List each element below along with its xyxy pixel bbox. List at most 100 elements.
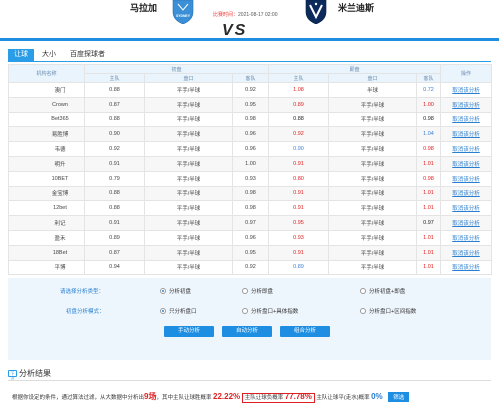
radio-analyze-both[interactable]: 分析初盘+即盘 xyxy=(360,287,405,295)
results-title: 分析结果 xyxy=(19,369,51,378)
cancel-analysis-link[interactable]: 取消该分析 xyxy=(452,206,480,212)
cancel-analysis-link[interactable]: 取消该分析 xyxy=(452,88,480,94)
draw-probability: 0% xyxy=(371,392,383,401)
filter-button[interactable]: 筛选 xyxy=(388,392,410,402)
radio-analyze-live[interactable]: 分析即盘 xyxy=(242,287,273,295)
live-line: 平手/半球 xyxy=(328,155,417,172)
initial-line: 平手/半球 xyxy=(144,229,233,246)
live-home-odds: 0.88 xyxy=(268,111,329,128)
initial-home-odds: 0.87 xyxy=(84,96,145,113)
col-live-home: 主队 xyxy=(268,73,329,83)
cancel-analysis-link[interactable]: 取消该分析 xyxy=(452,103,480,109)
radio-label: 只分析盘口 xyxy=(169,309,197,315)
initial-home-odds: 0.90 xyxy=(84,126,145,143)
away-team-name: 米兰迪斯 xyxy=(338,3,375,13)
action-cell: 取消该分析 xyxy=(440,229,492,246)
manual-analysis-button[interactable]: 手动分析 xyxy=(164,326,214,337)
header-divider xyxy=(0,38,499,41)
analysis-mode-label: 初盘分析模式： xyxy=(66,309,105,315)
live-away-odds: 1.01 xyxy=(416,155,441,172)
combo-analysis-button[interactable]: 组合分析 xyxy=(280,326,330,337)
tab-handicap[interactable]: 让球 xyxy=(8,49,34,61)
table-row: 12bet 0.88 平手/半球 0.98 0.91 平手/半球 1.01 取消该分析 xyxy=(8,200,492,217)
radio-line-only[interactable]: 只分析盘口 xyxy=(160,307,197,315)
live-line: 平手/半球 xyxy=(328,200,417,217)
table-row: 10BET 0.79 平手/半球 0.93 0.80 平手/半球 0.98 取消该分析 xyxy=(8,170,492,187)
live-home-odds: 0.89 xyxy=(268,259,329,276)
cancel-analysis-link[interactable]: 取消该分析 xyxy=(452,177,480,183)
company-cell: 平博 xyxy=(8,259,85,276)
company-cell: 利记 xyxy=(8,215,85,231)
live-away-odds: 1.01 xyxy=(416,244,441,261)
results-summary: 根据你设定的条件，通过算法过滤，从大数据中分析出9场，其中主队让球胜概率 22.… xyxy=(12,391,410,403)
table-row: 盈禾 0.89 平手/半球 0.96 0.93 平手/半球 1.01 取消该分析 xyxy=(8,229,492,246)
initial-away-odds: 0.97 xyxy=(232,215,269,231)
cancel-analysis-link[interactable]: 取消该分析 xyxy=(452,251,480,257)
initial-away-odds: 0.96 xyxy=(232,229,269,246)
initial-away-odds: 0.93 xyxy=(232,170,269,187)
initial-away-odds: 0.98 xyxy=(232,185,269,202)
cancel-analysis-link[interactable]: 取消该分析 xyxy=(452,117,480,123)
table-row: 韦德 0.92 平手/半球 0.96 0.90 平手/半球 0.98 取消该分析 xyxy=(8,141,492,157)
company-cell: 盈禾 xyxy=(8,229,85,246)
radio-analyze-initial[interactable]: 分析初盘 xyxy=(160,287,191,295)
radio-line-range-odds[interactable]: 分析盘口+区间指数 xyxy=(360,307,416,315)
radio-label: 分析盘口+区间指数 xyxy=(369,309,417,315)
initial-line: 平手/半球 xyxy=(144,141,233,157)
live-home-odds: 0.93 xyxy=(268,229,329,246)
cancel-analysis-link[interactable]: 取消该分析 xyxy=(452,221,480,227)
initial-away-odds: 0.92 xyxy=(232,82,269,98)
initial-line: 平手/半球 xyxy=(144,259,233,276)
initial-line: 平手/半球 xyxy=(144,185,233,202)
lose-probability: 77.78% xyxy=(284,392,312,401)
live-home-odds: 0.90 xyxy=(268,141,329,157)
col-group-initial: 初盘 xyxy=(84,64,269,74)
cancel-analysis-link[interactable]: 取消该分析 xyxy=(452,132,480,138)
col-group-live: 即盘 xyxy=(268,64,441,74)
home-logo-text: SYDNEY xyxy=(176,14,191,18)
live-line: 半球 xyxy=(328,82,417,98)
radio-dot xyxy=(360,288,366,294)
tab-baidu-explorer[interactable]: 百度探球者 xyxy=(64,49,111,61)
results-header: 下注 分析结果 xyxy=(8,368,51,381)
live-home-odds: 1.08 xyxy=(268,82,329,98)
live-line: 平手/半球 xyxy=(328,259,417,276)
cancel-analysis-link[interactable]: 取消该分析 xyxy=(452,147,480,153)
company-cell: 明升 xyxy=(8,155,85,172)
initial-home-odds: 0.94 xyxy=(84,259,145,276)
action-cell: 取消该分析 xyxy=(440,259,492,276)
initial-line: 平手/半球 xyxy=(144,111,233,128)
col-live-line: 盘口 xyxy=(328,73,417,83)
live-line: 平手/半球 xyxy=(328,170,417,187)
company-cell: 澳门 xyxy=(8,82,85,98)
match-time-label: 比赛时间： xyxy=(213,12,239,18)
table-row: Crown 0.87 平手/半球 0.95 0.89 平手/半球 1.00 取消该分析 xyxy=(8,96,492,113)
table-row: Bet365 0.88 平手/半球 0.98 0.88 平手/半球 0.98 取消该分析 xyxy=(8,111,492,128)
summary-text-1: 根据你设定的条件，通过算法过滤，从大数据中分析出 xyxy=(12,395,145,401)
action-cell: 取消该分析 xyxy=(440,141,492,157)
lose-probability-box: 主队让球负概率 77.78% xyxy=(241,392,315,403)
tab-over-under[interactable]: 大小 xyxy=(36,49,62,61)
initial-home-odds: 0.79 xyxy=(84,170,145,187)
initial-line: 平手/半球 xyxy=(144,155,233,172)
auto-analysis-button[interactable]: 自动分析 xyxy=(222,326,272,337)
cancel-analysis-link[interactable]: 取消该分析 xyxy=(452,191,480,197)
cancel-analysis-link[interactable]: 取消该分析 xyxy=(452,162,480,168)
initial-home-odds: 0.88 xyxy=(84,82,145,98)
action-cell: 取消该分析 xyxy=(440,244,492,261)
live-home-odds: 0.91 xyxy=(268,244,329,261)
action-cell: 取消该分析 xyxy=(440,215,492,231)
match-header: 马拉加 SYDNEY 比赛时间：2021-08-17 02:00 VS 米兰迪斯 xyxy=(0,0,499,40)
col-initial-line: 盘口 xyxy=(144,73,233,83)
col-company: 机构名称 xyxy=(8,64,85,83)
cancel-analysis-link[interactable]: 取消该分析 xyxy=(452,236,480,242)
radio-dot xyxy=(360,308,366,314)
action-cell: 取消该分析 xyxy=(440,200,492,217)
action-cell: 取消该分析 xyxy=(440,82,492,98)
radio-line-exact-odds[interactable]: 分析盘口+具体指数 xyxy=(242,307,298,315)
initial-away-odds: 0.95 xyxy=(232,244,269,261)
live-home-odds: 0.95 xyxy=(268,215,329,231)
live-away-odds: 0.72 xyxy=(416,82,441,98)
live-away-odds: 1.01 xyxy=(416,200,441,217)
cancel-analysis-link[interactable]: 取消该分析 xyxy=(452,265,480,271)
